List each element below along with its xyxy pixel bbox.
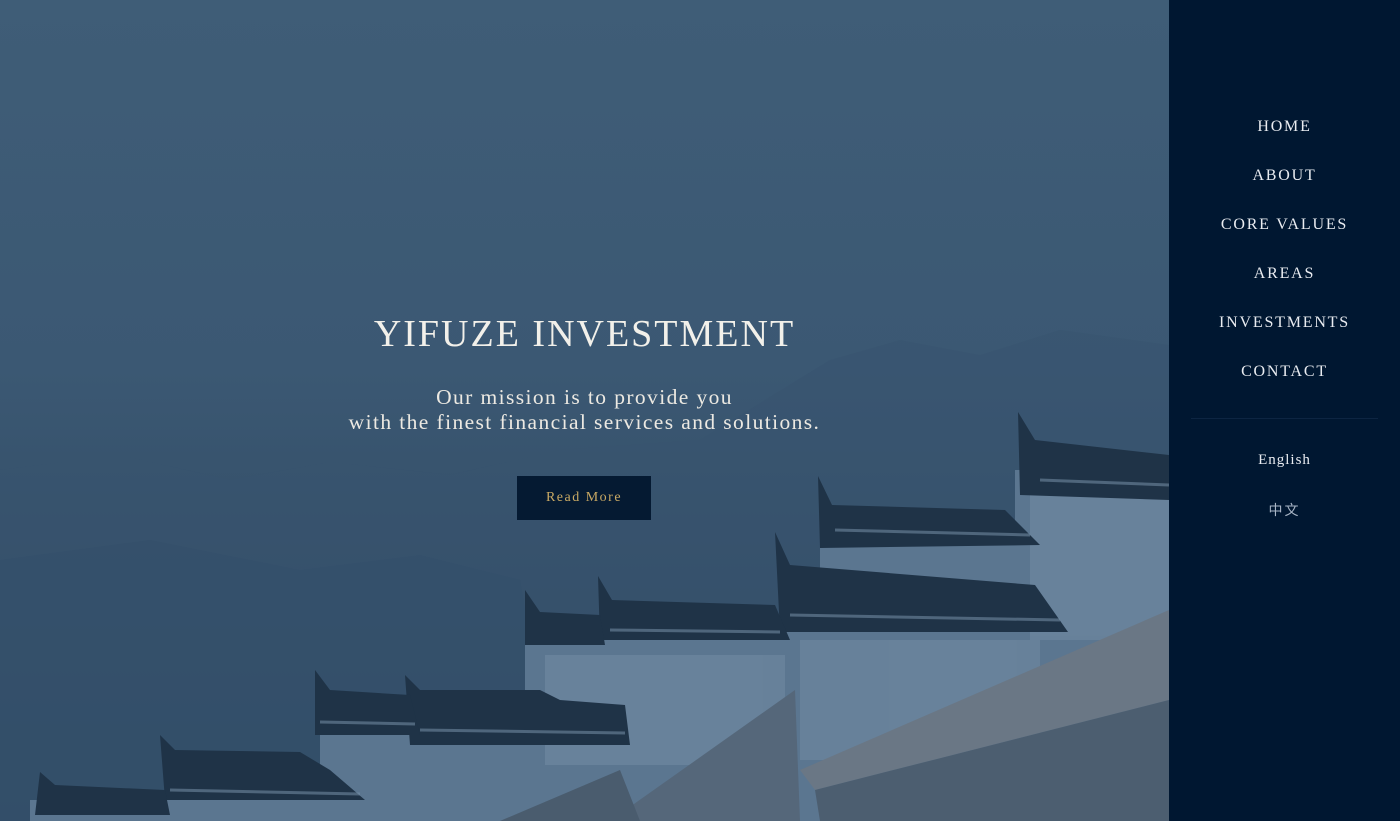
language-english[interactable]: English (1169, 452, 1400, 500)
hero-content: YIFUZE INVESTMENT Our mission is to prov… (0, 0, 1169, 821)
mission-line-1: Our mission is to provide you (436, 385, 733, 409)
hero-title: YIFUZE INVESTMENT (373, 313, 796, 355)
read-more-button[interactable]: Read More (517, 476, 651, 520)
sidebar-nav: HOME ABOUT CORE VALUES AREAS INVESTMENTS… (1169, 0, 1400, 821)
nav-item-home[interactable]: HOME (1169, 118, 1400, 167)
nav-divider (1191, 418, 1378, 419)
hero-section: YIFUZE INVESTMENT Our mission is to prov… (0, 0, 1169, 821)
page: YIFUZE INVESTMENT Our mission is to prov… (0, 0, 1400, 821)
nav-menu: HOME ABOUT CORE VALUES AREAS INVESTMENTS… (1169, 118, 1400, 412)
mission-line-2: with the finest financial services and s… (348, 410, 821, 434)
nav-item-contact[interactable]: CONTACT (1169, 363, 1400, 412)
language-switcher: English 中文 (1169, 452, 1400, 548)
mission-statement: Our mission is to provide you with the f… (0, 385, 1169, 435)
nav-item-areas[interactable]: AREAS (1169, 265, 1400, 314)
nav-item-investments[interactable]: INVESTMENTS (1169, 314, 1400, 363)
nav-item-core-values[interactable]: CORE VALUES (1169, 216, 1400, 265)
nav-item-about[interactable]: ABOUT (1169, 167, 1400, 216)
language-chinese[interactable]: 中文 (1169, 500, 1400, 548)
